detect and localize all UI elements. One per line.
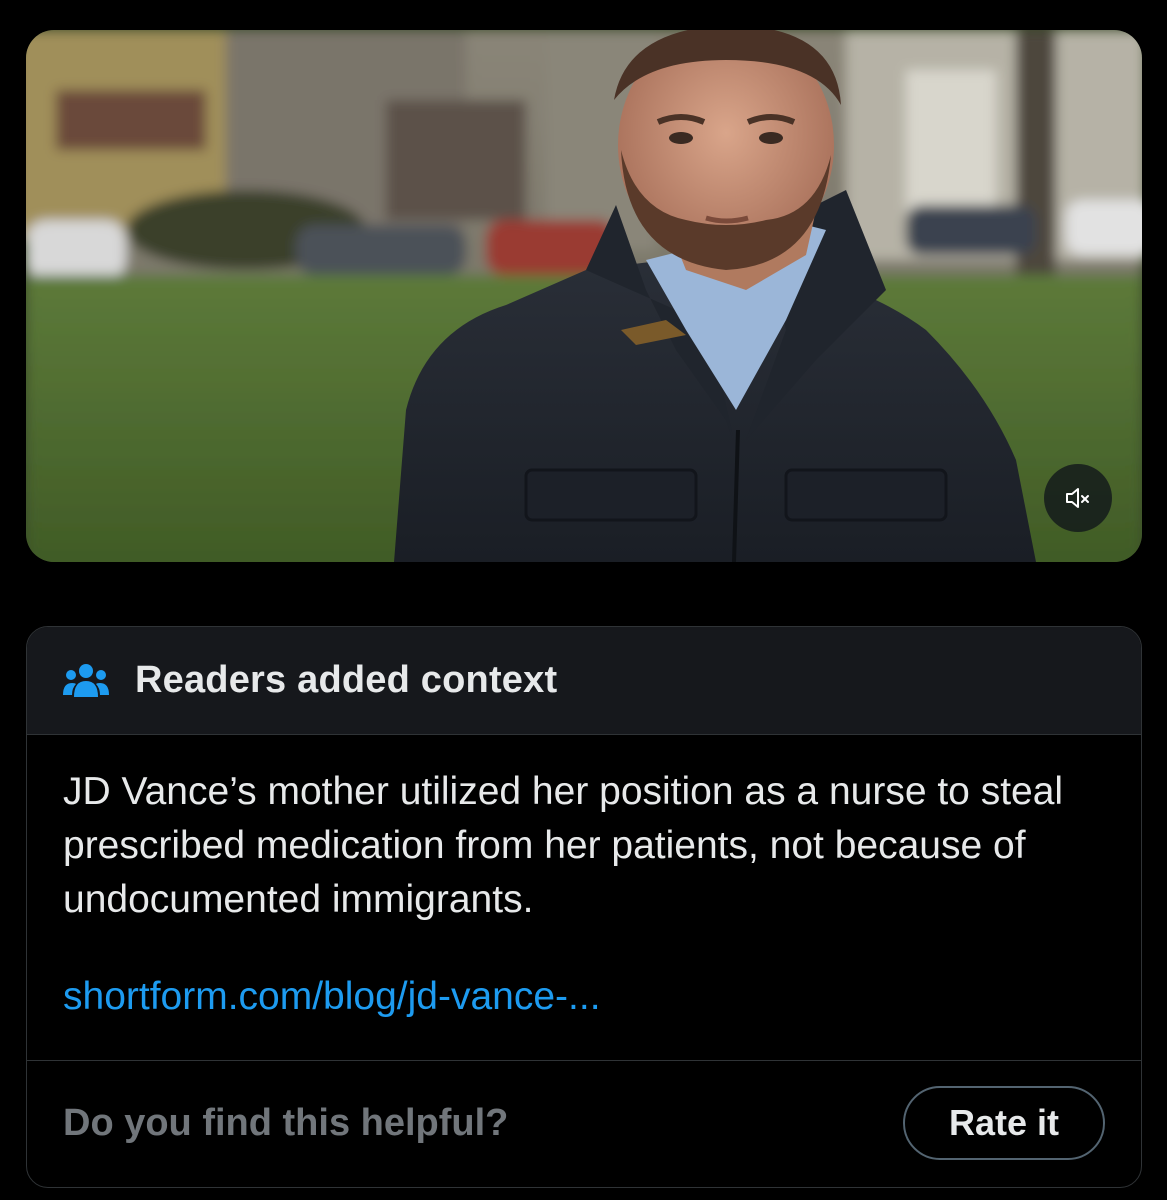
note-body: JD Vance’s mother utilized her position … <box>27 735 1141 1061</box>
note-title: Readers added context <box>135 659 558 701</box>
community-note-card: Readers added context JD Vance’s mother … <box>26 626 1142 1188</box>
rate-it-button[interactable]: Rate it <box>903 1086 1105 1160</box>
note-header: Readers added context <box>27 627 1141 735</box>
note-source-link[interactable]: shortform.com/blog/jd-vance-... <box>63 975 1105 1019</box>
mute-toggle-button[interactable] <box>1044 464 1112 532</box>
note-footer: Do you find this helpful? Rate it <box>27 1061 1141 1185</box>
note-text: JD Vance’s mother utilized her position … <box>63 770 1064 921</box>
people-group-icon <box>63 663 109 697</box>
video-player[interactable] <box>26 30 1142 562</box>
helpful-question: Do you find this helpful? <box>63 1101 509 1144</box>
volume-muted-icon <box>1066 488 1089 508</box>
video-frame-image <box>26 30 1142 562</box>
